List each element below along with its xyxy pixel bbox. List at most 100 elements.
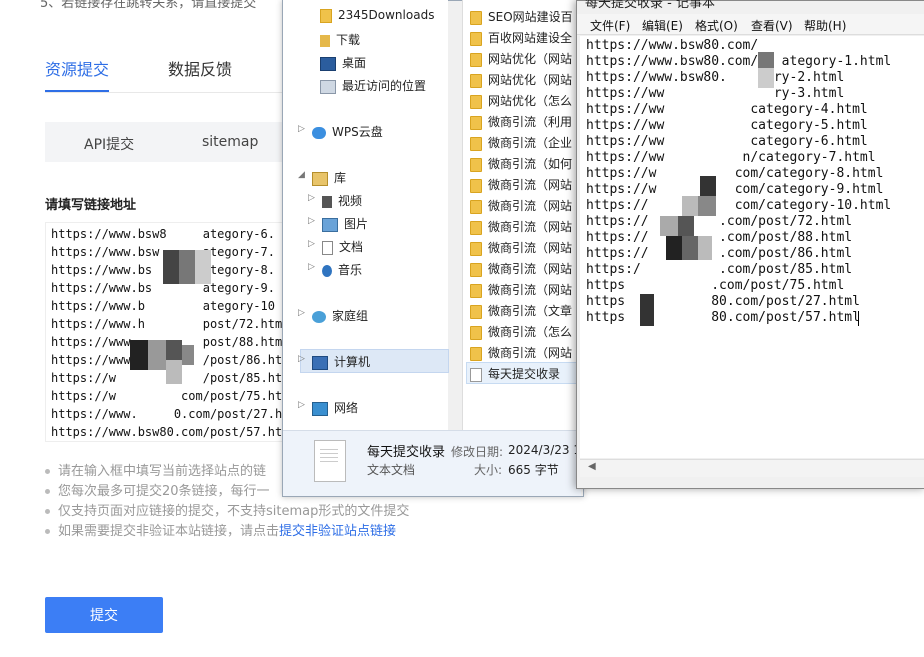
url-line: https://www.bsw80.com/post/57.htm (51, 425, 290, 439)
folder-icon (470, 220, 482, 235)
file-item-label: 微商引流（怎么 (488, 325, 573, 339)
nav-item-desktop[interactable]: 桌面 (320, 54, 366, 71)
subtab-api[interactable]: API提交 (84, 134, 134, 154)
nav-item-label: 计算机 (334, 355, 371, 369)
file-item[interactable]: 网站优化（网站 (470, 71, 572, 88)
file-item[interactable]: 微商引流（怎么 (470, 323, 572, 340)
network-icon (312, 401, 328, 416)
expand-arrow-icon[interactable]: ▷ (298, 354, 305, 364)
menu-file[interactable]: 文件(F) (590, 17, 630, 34)
editor-line: https://www.bsw80. ry-2.html (586, 70, 845, 85)
folder-icon (470, 136, 482, 151)
nav-item-recent[interactable]: 最近访问的位置 (320, 77, 426, 94)
unverified-link[interactable]: 提交非验证站点链接 (279, 524, 396, 539)
file-item[interactable]: 百收网站建设全 (470, 29, 572, 46)
file-item[interactable]: 微商引流（网站 (470, 344, 572, 361)
file-item[interactable]: 微商引流（网站 (470, 260, 572, 277)
file-item-selected[interactable]: 每天提交收录 (470, 365, 560, 382)
editor-line: https 80.com/post/27.html (586, 294, 860, 309)
details-modified-label: 修改日期: (451, 445, 504, 459)
nav-item-documents[interactable]: ▷ 文档 (308, 238, 364, 255)
file-item-label: 微商引流（网站 (488, 220, 573, 234)
nav-item-pictures[interactable]: ▷ 图片 (308, 215, 368, 232)
tab-data-feedback[interactable]: 数据反馈 (168, 56, 232, 80)
subtab-sitemap[interactable]: sitemap (202, 134, 258, 150)
bullet-icon (45, 469, 50, 474)
details-file-name: 每天提交收录 (367, 445, 446, 460)
file-item-label: 微商引流（如何 (488, 157, 573, 171)
file-item[interactable]: 微商引流（网站 (470, 239, 572, 256)
menu-edit[interactable]: 编辑(E) (642, 17, 683, 34)
file-item[interactable]: 微商引流（网站 (470, 197, 572, 214)
editor-line: https://w com/category-8.html (586, 166, 884, 181)
expand-arrow-icon[interactable]: ▷ (308, 216, 315, 226)
nav-item-label: 文档 (339, 240, 364, 254)
bullet-icon (45, 529, 50, 534)
url-line: https://www.b ategory-10 (51, 299, 275, 313)
document-icon (322, 240, 333, 255)
menu-format[interactable]: 格式(O) (695, 17, 738, 34)
text-file-icon (470, 367, 482, 382)
file-item[interactable]: 微商引流（利用 (470, 113, 572, 130)
editor-line: https:// com/category-10.html (586, 198, 892, 213)
editor-line: https://www.bsw80.com/ ategory-1.html (586, 54, 892, 69)
url-line: https://www. 0.com/post/27.htm (51, 407, 292, 421)
editor-line: https://ww category-4.html (586, 102, 868, 117)
recent-places-icon (320, 79, 336, 94)
nav-item-homegroup[interactable]: ▷ 家庭组 (298, 307, 368, 324)
nav-item-network[interactable]: ▷ 网络 (298, 399, 358, 416)
nav-item-music[interactable]: ▷ 音乐 (308, 261, 363, 278)
menu-view[interactable]: 查看(V) (751, 17, 793, 34)
expand-arrow-icon[interactable]: ▷ (308, 193, 315, 203)
nav-item-downloads[interactable]: 下载 (320, 31, 360, 48)
nav-item-label: 视频 (338, 194, 363, 208)
nav-item-2345downloads[interactable]: 2345Downloads (320, 8, 434, 23)
file-item[interactable]: 微商引流（企业 (470, 134, 572, 151)
bullet-icon (45, 509, 50, 514)
folder-icon (470, 52, 482, 67)
file-item-label: 网站优化（网站 (488, 52, 573, 66)
horizontal-scrollbar[interactable] (580, 459, 924, 477)
folder-icon (470, 157, 482, 172)
file-item-label: 微商引流（网站 (488, 199, 573, 213)
file-item-label: 微商引流（利用 (488, 115, 573, 129)
file-item[interactable]: 微商引流（网站 (470, 218, 572, 235)
file-item[interactable]: 网站优化（网站 (470, 50, 572, 67)
file-item-label: 微商引流（网站 (488, 262, 573, 276)
expand-arrow-icon[interactable]: ▷ (298, 400, 305, 410)
folder-icon (470, 241, 482, 256)
submit-button[interactable]: 提交 (45, 597, 163, 633)
nav-item-videos[interactable]: ▷ 视频 (308, 192, 363, 209)
nav-item-label: 下载 (336, 33, 361, 47)
expand-arrow-icon[interactable]: ▷ (298, 124, 305, 134)
file-item[interactable]: SEO网站建设百 (470, 8, 573, 25)
nav-item-computer[interactable]: ▷ 计算机 (298, 353, 371, 370)
nav-item-library[interactable]: ◢ 库 (298, 169, 346, 186)
nav-item-wps-cloud[interactable]: ▷ WPS云盘 (298, 123, 383, 140)
menu-help[interactable]: 帮助(H) (804, 17, 846, 34)
text-caret (858, 311, 859, 326)
file-item-label: 微商引流（文章 (488, 304, 573, 318)
expand-arrow-icon[interactable]: ▷ (298, 308, 305, 318)
file-item[interactable]: 网站优化（怎么 (470, 92, 572, 109)
tab-resource-submit[interactable]: 资源提交 (45, 56, 109, 80)
nav-item-label: 2345Downloads (338, 8, 435, 22)
expand-arrow-icon[interactable]: ▷ (308, 262, 315, 272)
folder-icon (470, 94, 482, 109)
nav-item-label: 最近访问的位置 (342, 79, 427, 93)
scroll-left-arrow-icon[interactable]: ◀ (588, 461, 596, 472)
file-item[interactable]: 微商引流（网站 (470, 176, 572, 193)
file-item[interactable]: 微商引流（文章 (470, 302, 572, 319)
expand-arrow-icon[interactable]: ▷ (308, 239, 315, 249)
file-item[interactable]: 微商引流（网站 (470, 281, 572, 298)
editor-line: https://ww category-5.html (586, 118, 868, 133)
homegroup-icon (312, 310, 326, 323)
file-item[interactable]: 微商引流（如何 (470, 155, 572, 172)
collapse-arrow-icon[interactable]: ◢ (298, 170, 305, 180)
help-note-text: 您每次最多可提交20条链接，每行一 (58, 484, 270, 499)
details-modified-value: 2024/3/23 1 (508, 443, 581, 457)
nav-item-label: 音乐 (338, 263, 363, 277)
folder-icon (470, 73, 482, 88)
help-note: 如果需要提交非验证本站链接，请点击提交非验证站点链接 (45, 520, 396, 539)
folder-icon (470, 115, 482, 130)
